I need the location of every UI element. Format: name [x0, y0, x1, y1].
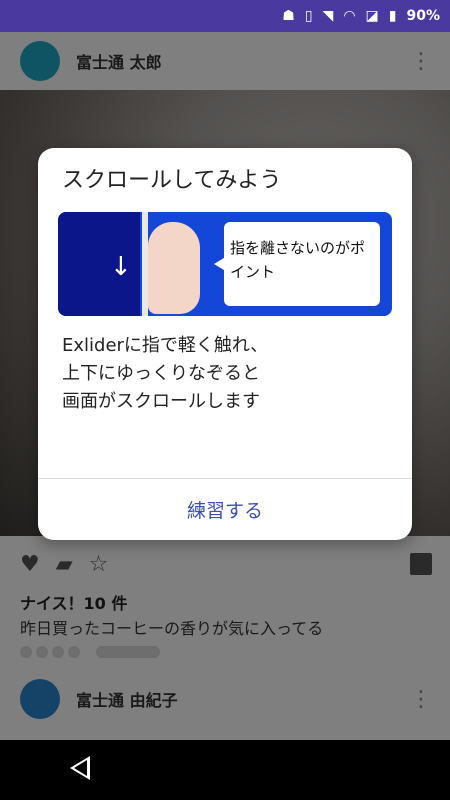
no-sim-icon: ◪ [365, 8, 379, 24]
wifi-calling-icon: ◥ [322, 8, 334, 24]
wifi-icon: ◠ [343, 8, 356, 24]
finger-icon [148, 222, 200, 314]
bubble-text: 指を離さないのがポイント [230, 239, 366, 281]
speech-bubble: 指を離さないのがポイント [214, 222, 380, 306]
practice-button[interactable]: 練習する [38, 479, 412, 540]
phone-icon: ▯ [304, 8, 313, 24]
battery-icon: ▮ [388, 8, 397, 24]
android-icon: ☗ [282, 8, 295, 24]
navigation-bar [0, 740, 450, 800]
arrow-down-icon: ↓ [110, 252, 132, 282]
exlider-illustration: ↓ 指を離さないのがポイント [58, 212, 392, 316]
dialog-body-line: 上下にゆっくりなぞると [62, 363, 260, 384]
tutorial-dialog: スクロールしてみよう ↓ 指を離さないのがポイント Exliderに指で軽く触れ… [38, 148, 412, 540]
dialog-body-line: Exliderに指で軽く触れ、 [62, 335, 269, 356]
status-bar: ☗ ▯ ◥ ◠ ◪ ▮ 90% [0, 0, 450, 32]
battery-percent: 90% [406, 8, 440, 24]
dialog-body: Exliderに指で軽く触れ、 上下にゆっくりなぞると 画面がスクロールします [62, 332, 392, 416]
dialog-body-line: 画面がスクロールします [62, 391, 260, 412]
dialog-title: スクロールしてみよう [62, 168, 282, 193]
